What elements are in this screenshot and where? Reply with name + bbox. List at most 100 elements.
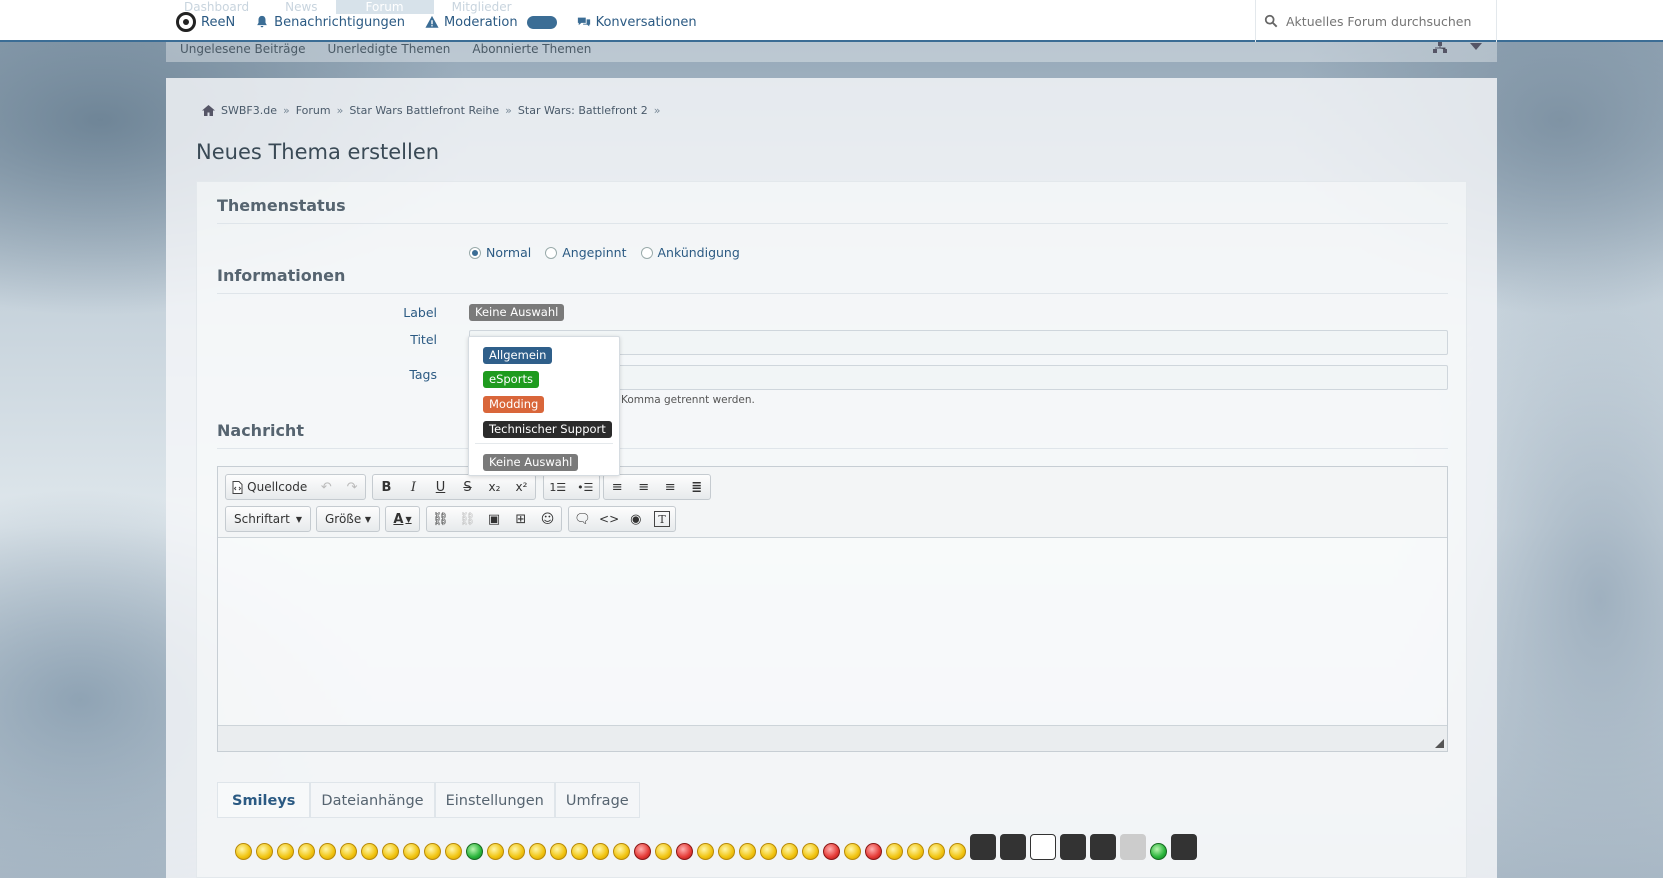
bold-icon[interactable]: B xyxy=(373,475,400,499)
radio-announcement[interactable]: Ankündigung xyxy=(640,245,740,260)
smiley-icon[interactable] xyxy=(466,843,483,860)
smiley-icon[interactable] xyxy=(1060,834,1086,860)
sitemap-icon[interactable] xyxy=(1433,42,1447,54)
smiley-icon[interactable] xyxy=(1120,834,1146,860)
smiley-icon[interactable] xyxy=(928,843,945,860)
smiley-icon[interactable] xyxy=(508,843,525,860)
smiley-icon[interactable] xyxy=(571,843,588,860)
smiley-icon[interactable] xyxy=(949,843,966,860)
smiley-icon[interactable] xyxy=(760,843,777,860)
collapse-icon[interactable] xyxy=(1469,42,1483,52)
smiley-icon[interactable] xyxy=(487,843,504,860)
smiley-icon[interactable] xyxy=(256,843,273,860)
radio-normal[interactable]: Normal xyxy=(469,245,531,260)
tab-settings[interactable]: Einstellungen xyxy=(434,782,555,817)
radio-button[interactable] xyxy=(640,246,653,259)
font-size-select[interactable]: Größe ▼ xyxy=(316,506,380,532)
label-option-none[interactable]: Keine Auswahl xyxy=(483,454,579,471)
smiley-icon[interactable] xyxy=(613,843,630,860)
align-justify-icon[interactable]: ≣ xyxy=(684,475,711,499)
smiley-icon[interactable] xyxy=(277,843,294,860)
ordered-list-icon[interactable]: 1☰ xyxy=(544,475,572,499)
smiley-icon[interactable] xyxy=(697,843,714,860)
smiley-icon[interactable] xyxy=(676,843,693,860)
breadcrumb-item[interactable]: Forum xyxy=(296,104,331,117)
smiley-icon[interactable] xyxy=(865,843,882,860)
smiley-icon[interactable] xyxy=(382,843,399,860)
radio-button[interactable] xyxy=(545,246,558,259)
smiley-icon[interactable] xyxy=(886,843,903,860)
link-icon[interactable]: ⛓ xyxy=(427,507,454,531)
text-block-icon[interactable]: T xyxy=(654,511,671,527)
underline-icon[interactable]: U xyxy=(427,475,454,499)
align-left-icon[interactable]: ≡ xyxy=(604,475,631,499)
code-icon[interactable]: <> xyxy=(596,507,623,531)
table-icon[interactable]: ⊞ xyxy=(507,507,534,531)
label-option-support[interactable]: Technischer Support xyxy=(483,421,612,438)
resize-handle-icon[interactable] xyxy=(1435,739,1444,748)
search-input[interactable] xyxy=(1286,13,1486,29)
bullet-list-icon[interactable]: •☰ xyxy=(572,475,600,499)
text-color-icon[interactable]: A ▼ xyxy=(386,507,419,531)
smiley-icon[interactable]: ☺ xyxy=(534,507,561,531)
moderation-link[interactable]: Moderation xyxy=(425,15,557,30)
smiley-icon[interactable] xyxy=(340,843,357,860)
font-family-select[interactable]: Schriftart ▼ xyxy=(225,506,311,532)
label-option-esports[interactable]: eSports xyxy=(483,371,539,388)
smiley-icon[interactable] xyxy=(907,843,924,860)
user-menu[interactable]: ReeN xyxy=(176,12,235,32)
smiley-icon[interactable] xyxy=(298,843,315,860)
superscript-icon[interactable]: x² xyxy=(508,475,535,499)
smiley-icon[interactable] xyxy=(844,843,861,860)
smiley-icon[interactable] xyxy=(1000,834,1026,860)
undo-icon[interactable]: ↶ xyxy=(313,475,339,499)
smiley-icon[interactable] xyxy=(781,843,798,860)
strikethrough-icon[interactable]: S xyxy=(454,475,481,499)
notifications-link[interactable]: Benachrichtigungen xyxy=(255,15,405,30)
smiley-icon[interactable] xyxy=(970,834,996,860)
smiley-icon[interactable] xyxy=(1171,834,1197,860)
quote-icon[interactable]: 🗨 xyxy=(569,507,596,531)
smiley-icon[interactable] xyxy=(550,843,567,860)
smiley-icon[interactable] xyxy=(1090,834,1116,860)
source-button[interactable]: Quellcode xyxy=(226,475,313,499)
subnav-subscribed[interactable]: Abonnierte Themen xyxy=(472,42,591,62)
label-option-modding[interactable]: Modding xyxy=(483,396,545,413)
smiley-icon[interactable] xyxy=(739,843,756,860)
smiley-icon[interactable] xyxy=(529,843,546,860)
smiley-icon[interactable] xyxy=(445,843,462,860)
smiley-icon[interactable] xyxy=(319,843,336,860)
smiley-icon[interactable] xyxy=(361,843,378,860)
radio-pinned[interactable]: Angepinnt xyxy=(545,245,627,260)
tab-smileys[interactable]: Smileys xyxy=(217,782,311,817)
smiley-icon[interactable] xyxy=(802,843,819,860)
unlink-icon[interactable]: ⛓ xyxy=(454,507,481,531)
smiley-icon[interactable] xyxy=(403,843,420,860)
subnav-unread[interactable]: Ungelesene Beiträge xyxy=(180,42,305,62)
smiley-icon[interactable] xyxy=(424,843,441,860)
smiley-icon[interactable] xyxy=(235,843,252,860)
editor-textarea[interactable] xyxy=(218,538,1447,726)
subnav-unresolved[interactable]: Unerledigte Themen xyxy=(327,42,450,62)
italic-icon[interactable]: I xyxy=(400,475,427,499)
tab-poll[interactable]: Umfrage xyxy=(554,782,640,817)
smiley-icon[interactable] xyxy=(823,843,840,860)
search-icon[interactable] xyxy=(1264,14,1278,28)
breadcrumb-item[interactable]: SWBF3.de xyxy=(221,104,277,117)
label-option-allgemein[interactable]: Allgemein xyxy=(483,347,553,364)
tab-attachments[interactable]: Dateianhänge xyxy=(310,782,435,817)
breadcrumb-item[interactable]: Star Wars: Battlefront 2 xyxy=(518,104,648,117)
smiley-icon[interactable] xyxy=(718,843,735,860)
smiley-icon[interactable] xyxy=(634,843,651,860)
breadcrumb-item[interactable]: Star Wars Battlefront Reihe xyxy=(349,104,499,117)
smiley-icon[interactable] xyxy=(1030,834,1056,860)
radio-button[interactable] xyxy=(469,246,481,259)
align-right-icon[interactable]: ≡ xyxy=(657,475,684,499)
subscript-icon[interactable]: x₂ xyxy=(481,475,508,499)
spoiler-icon[interactable]: ◉ xyxy=(622,507,649,531)
smiley-icon[interactable] xyxy=(592,843,609,860)
image-icon[interactable]: ▣ xyxy=(481,507,508,531)
redo-icon[interactable]: ↷ xyxy=(339,475,365,499)
conversations-link[interactable]: Konversationen xyxy=(577,15,697,30)
smiley-icon[interactable] xyxy=(1150,843,1167,860)
